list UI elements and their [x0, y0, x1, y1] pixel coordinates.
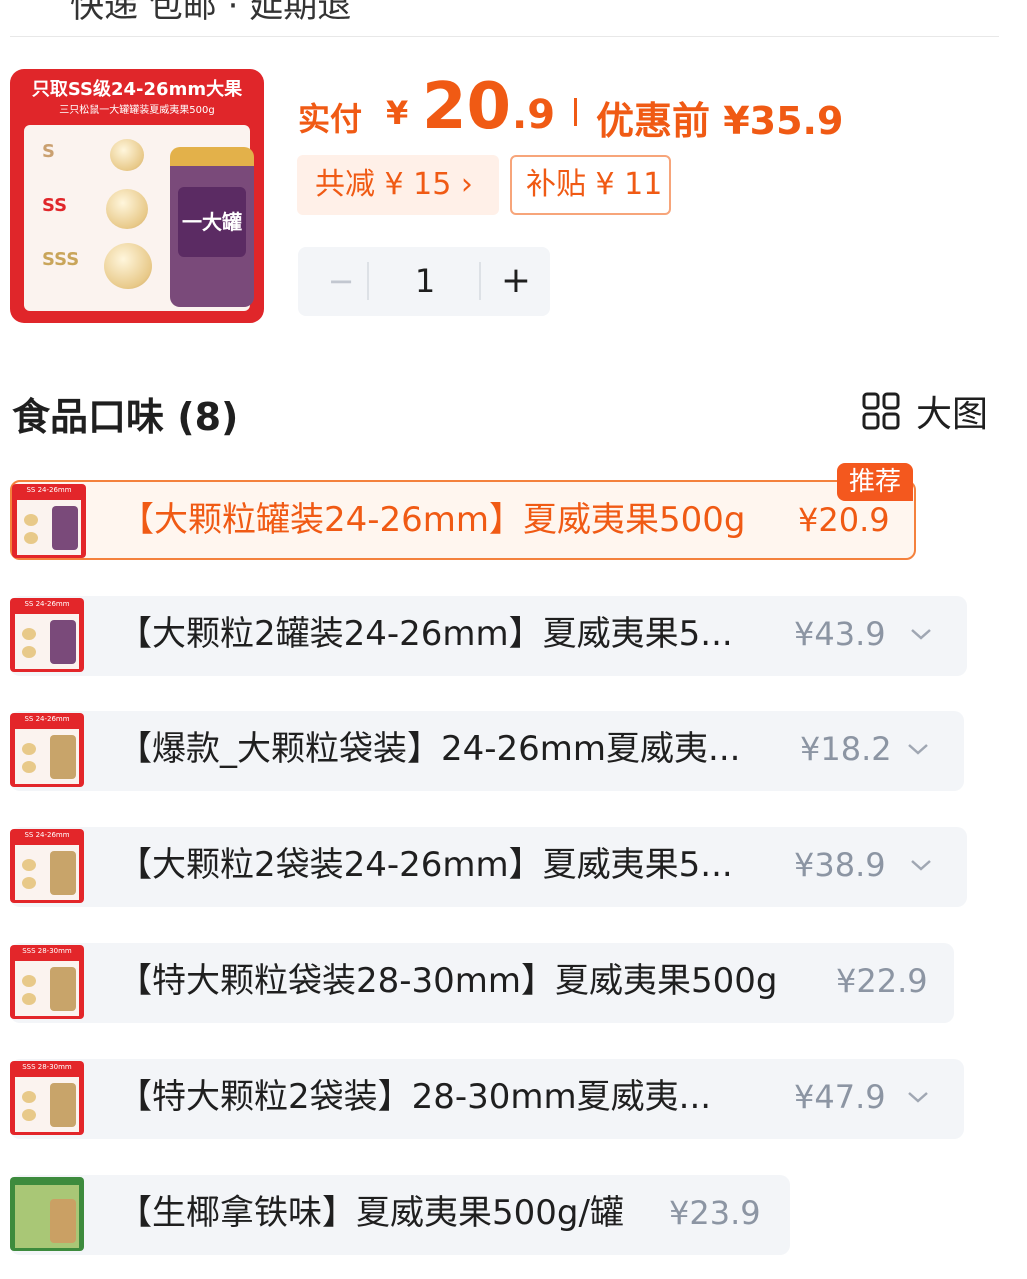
chevron-down-icon[interactable] [907, 851, 935, 879]
option-price: ¥22.9 [836, 962, 928, 1000]
large-image-toggle[interactable]: 大图 [862, 390, 988, 435]
large-image-label: 大图 [916, 394, 989, 435]
grid-view-icon [862, 392, 900, 430]
option-label: 【大颗粒罐装24-26mm】夏威夷果500g [120, 500, 746, 540]
option-price: ¥23.9 [669, 1194, 761, 1232]
quantity-input[interactable]: 1 [370, 255, 480, 307]
nut-medium-image [106, 189, 148, 229]
jar-image: 一大罐 [170, 147, 254, 307]
option-item-1[interactable]: SS 24-26mm 【大颗粒罐装24-26mm】夏威夷果500g ¥20.9 [10, 480, 916, 560]
grade-ss: SS [42, 195, 68, 216]
option-item-4[interactable]: SS 24-26mm 【大颗粒2袋装24-26mm】夏威夷果5... ¥38.9 [10, 827, 967, 907]
option-item-6[interactable]: SSS 28-30mm 【特大颗粒2袋装】28-30mm夏威夷... ¥47.9 [10, 1059, 964, 1139]
option-item-3[interactable]: SS 24-26mm 【爆款_大颗粒袋装】24-26mm夏威夷... ¥18.2 [10, 711, 964, 791]
product-image-subtitle: 三只松鼠一大罐罐装夏威夷果500g [59, 105, 215, 116]
option-label: 【生椰拿铁味】夏威夷果500g/罐 [118, 1193, 624, 1233]
quantity-stepper: − 1 + [298, 247, 550, 316]
price-integer: 20 [422, 70, 512, 144]
option-item-2[interactable]: SS 24-26mm 【大颗粒2罐装24-26mm】夏威夷果5... ¥43.9 [10, 596, 967, 676]
chevron-down-icon[interactable] [904, 1083, 932, 1111]
grade-s: S [42, 141, 55, 162]
original-price: 优惠前 ¥35.9 [596, 99, 844, 143]
option-label: 【大颗粒2袋装24-26mm】夏威夷果5... [118, 845, 733, 885]
chevron-down-icon[interactable] [904, 735, 932, 763]
chevron-down-icon[interactable] [907, 620, 935, 648]
price-separator [574, 98, 577, 126]
section-title: 食品口味 (8) [12, 395, 239, 439]
option-label: 【特大颗粒袋装28-30mm】夏威夷果500g [118, 961, 778, 1001]
option-thumbnail: SSS 28-30mm [10, 945, 84, 1019]
option-price: ¥18.2 [800, 730, 892, 768]
option-thumbnail: SS 24-26mm [10, 713, 84, 787]
option-label: 【大颗粒2罐装24-26mm】夏威夷果5... [118, 614, 733, 654]
option-label: 【爆款_大颗粒袋装】24-26mm夏威夷... [118, 729, 741, 769]
option-thumbnail: SS 24-26mm [10, 829, 84, 903]
price-label: 实付 [298, 100, 363, 138]
grade-sss: SSS [42, 249, 80, 270]
product-image-banner: 只取SS级24-26mm大果 [31, 79, 243, 100]
option-thumbnail: SSS 28-30mm [10, 1061, 84, 1135]
option-price: ¥38.9 [794, 846, 886, 884]
option-thumbnail [10, 1177, 84, 1251]
option-price: ¥47.9 [794, 1078, 886, 1116]
option-label: 【特大颗粒2袋装】28-30mm夏威夷... [118, 1077, 712, 1117]
decrease-button[interactable]: − [316, 255, 366, 307]
subsidy-tag: 补贴 ¥ 11 [510, 155, 671, 215]
header-cut-text: 快递 包邮 · 延期退 [70, 0, 352, 26]
discount-tag[interactable]: 共减 ¥ 15 › [297, 155, 499, 215]
nut-large-image [104, 243, 152, 289]
recommend-badge: 推荐 [837, 463, 913, 501]
option-thumbnail: SS 24-26mm [10, 598, 84, 672]
jar-label: 一大罐 [178, 187, 246, 257]
increase-button[interactable]: + [490, 255, 542, 307]
stepper-divider [479, 262, 481, 300]
product-image[interactable]: 只取SS级24-26mm大果 三只松鼠一大罐罐装夏威夷果500g S SS SS… [10, 69, 264, 323]
option-item-7[interactable]: 【生椰拿铁味】夏威夷果500g/罐 ¥23.9 [10, 1175, 790, 1255]
stepper-divider [367, 262, 369, 300]
divider [10, 36, 999, 37]
price-decimal: .9 [512, 92, 556, 138]
price-currency: ¥ [386, 94, 409, 132]
nut-small-image [110, 139, 144, 171]
option-item-5[interactable]: SSS 28-30mm 【特大颗粒袋装28-30mm】夏威夷果500g ¥22.… [10, 943, 954, 1023]
option-price: ¥43.9 [794, 615, 886, 653]
product-image-panel: S SS SSS 一大罐 [24, 125, 254, 311]
option-thumbnail: SS 24-26mm [12, 484, 86, 558]
